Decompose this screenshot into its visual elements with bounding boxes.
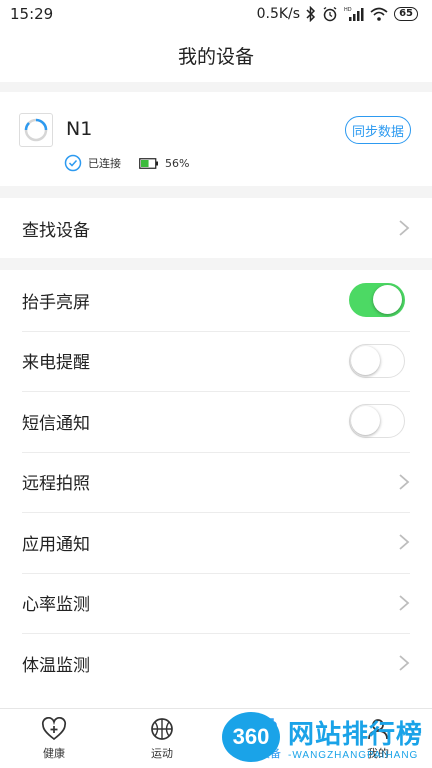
bottom-tab-bar: 健康 运动 设备 我的 (0, 708, 432, 768)
status-icons: 0.5K/s HD 65 (257, 6, 418, 22)
basketball-icon (151, 718, 173, 740)
setting-row-sms-notify[interactable]: 短信通知 (0, 391, 432, 452)
chevron-right-icon (399, 595, 410, 611)
raise-to-wake-toggle[interactable] (349, 283, 405, 318)
sms-notify-toggle[interactable] (349, 404, 405, 439)
bluetooth-icon (306, 6, 316, 22)
setting-row-remote-camera[interactable]: 远程拍照 (0, 451, 432, 513)
chevron-right-icon (399, 220, 410, 236)
connected-icon (64, 154, 82, 172)
battery-percent: 56% (165, 156, 190, 170)
tab-device[interactable]: 设备 (216, 709, 324, 768)
call-alert-toggle[interactable] (349, 343, 405, 378)
battery-indicator: 65 (394, 7, 418, 21)
setting-label: 抬手亮屏 (22, 292, 90, 313)
setting-label: 短信通知 (22, 413, 90, 434)
setting-row-app-notify[interactable]: 应用通知 (0, 512, 432, 573)
status-time: 15:29 (10, 5, 54, 23)
tab-label: 运动 (151, 747, 173, 760)
sync-data-button[interactable]: 同步数据 (344, 116, 411, 144)
chevron-right-icon (399, 655, 410, 671)
setting-row-heart-rate[interactable]: 心率监测 (0, 572, 432, 634)
tab-mine[interactable]: 我的 (324, 709, 432, 768)
settings-list: 抬手亮屏 来电提醒 短信通知 远程拍照 应用通知 心率监测 体温监测 (0, 270, 432, 710)
hd-label: HD (344, 7, 352, 13)
tab-health[interactable]: 健康 (0, 709, 108, 768)
chevron-right-icon (399, 534, 410, 550)
signal-icon: HD (344, 7, 364, 21)
setting-label: 应用通知 (22, 534, 90, 555)
page-title: 我的设备 (177, 45, 254, 68)
device-name: N1 (66, 118, 93, 140)
setting-row-call-alert[interactable]: 来电提醒 (0, 330, 432, 392)
chevron-right-icon (399, 474, 410, 490)
device-card: N1 同步数据 已连接 56% (0, 92, 432, 186)
setting-label: 体温监测 (22, 655, 90, 676)
status-bar: 15:29 0.5K/s HD 65 (0, 0, 432, 28)
setting-row-raise-to-wake[interactable]: 抬手亮屏 (0, 270, 432, 331)
tab-label: 健康 (43, 747, 65, 760)
tab-sport[interactable]: 运动 (108, 709, 216, 768)
network-speed: 0.5K/s (256, 6, 301, 22)
wifi-icon (370, 7, 388, 21)
device-battery-icon (139, 157, 158, 169)
title-bar: 我的设备 (0, 28, 432, 82)
heart-plus-icon (41, 717, 67, 741)
person-icon (368, 719, 388, 740)
find-device-row[interactable]: 查找设备 (0, 198, 432, 258)
setting-label: 心率监测 (22, 595, 90, 616)
setting-row-temperature[interactable]: 体温监测 (0, 633, 432, 694)
alarm-icon (323, 6, 337, 22)
find-device-label: 查找设备 (22, 220, 90, 241)
device-loading-icon (19, 113, 53, 147)
tab-label: 我的 (367, 747, 389, 760)
connection-status: 已连接 (88, 157, 121, 170)
setting-label: 远程拍照 (22, 474, 90, 495)
connection-row: 已连接 56% (64, 154, 189, 172)
setting-label: 来电提醒 (22, 353, 90, 374)
tab-label: 设备 (259, 747, 281, 760)
watch-icon (263, 718, 277, 740)
